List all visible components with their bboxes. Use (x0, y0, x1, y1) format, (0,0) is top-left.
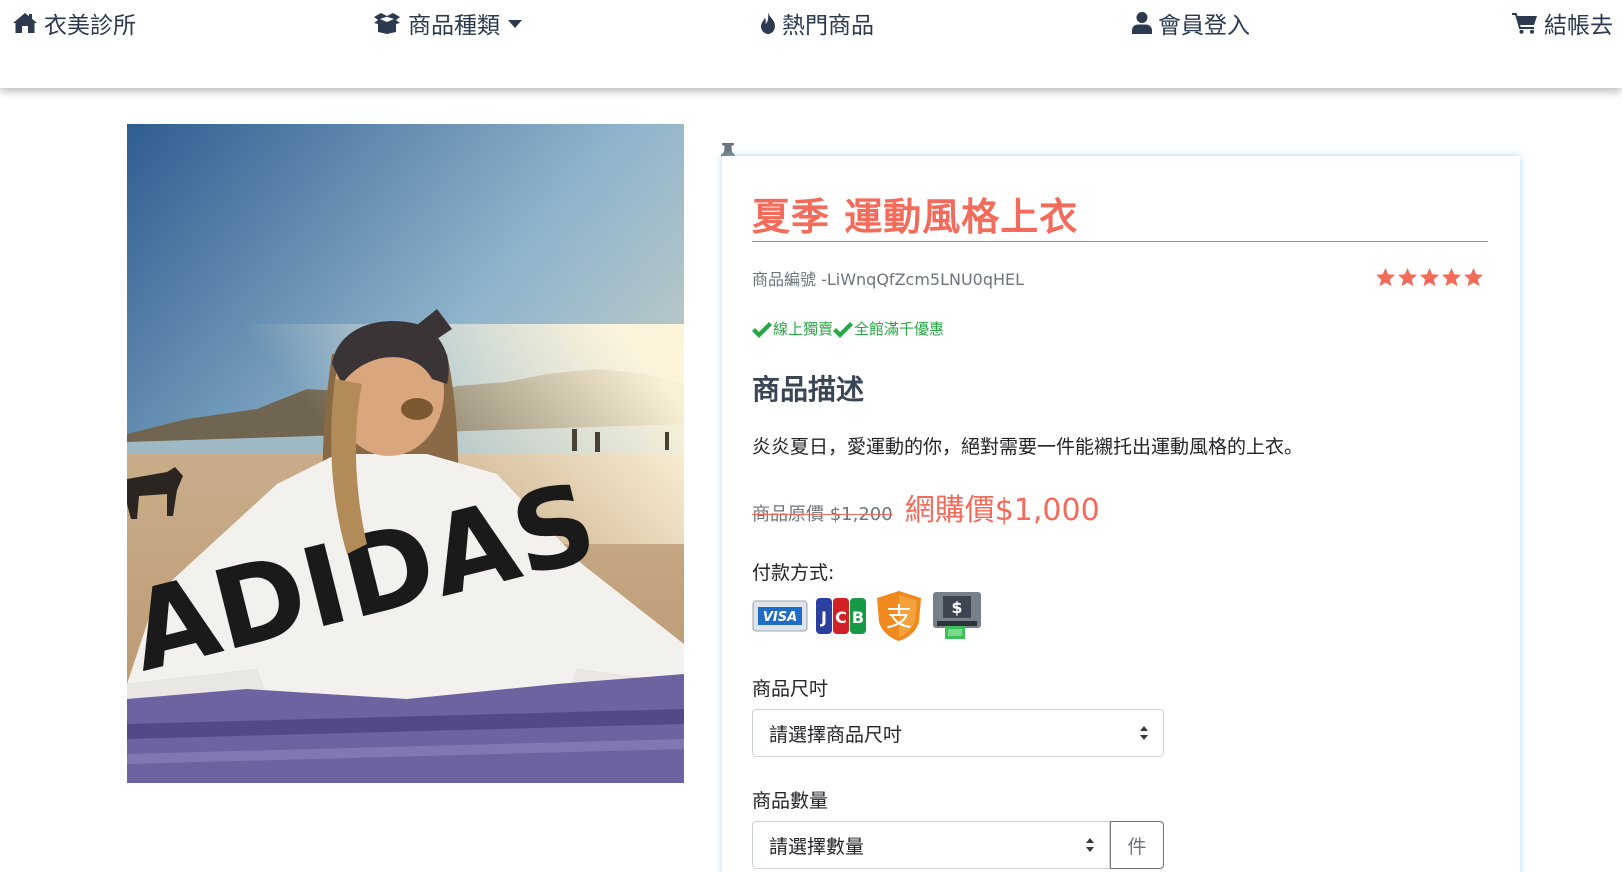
nav-category-label: 商品種類 (408, 13, 500, 39)
alipay-icon: 支 (877, 591, 921, 641)
nav-member-label: 會員登入 (1158, 13, 1250, 39)
feature-label: 全館滿千優惠 (854, 320, 945, 338)
sort-arrows-icon (1086, 838, 1094, 852)
size-label: 商品尺吋 (752, 678, 829, 700)
nav-category-dropdown[interactable]: 商品種類 (372, 8, 522, 39)
product-features: 線上獨賣 全館滿千優惠 (752, 318, 944, 339)
sort-arrows-icon (1140, 726, 1148, 740)
title-divider (752, 241, 1488, 242)
nav-home-link[interactable]: 衣美診所 (12, 8, 136, 39)
svg-text:VISA: VISA (763, 610, 797, 625)
description-text: 炎炎夏日，愛運動的你，絕對需要一件能襯托出運動風格的上衣。 (752, 436, 1304, 458)
feature-label: 線上獨賣 (773, 320, 834, 338)
shopping-cart-icon (1512, 13, 1537, 34)
nav-checkout-link[interactable]: 結帳去 (1512, 8, 1613, 39)
size-select-value: 請選擇商品尺吋 (769, 723, 903, 746)
atm-icon: $ (933, 592, 981, 639)
check-icon (833, 322, 854, 338)
sale-price: 網購價$1,000 (904, 493, 1100, 528)
quantity-unit-addon: 件 (1110, 821, 1164, 869)
feature-item: 線上獨賣 (752, 318, 833, 339)
user-icon (1132, 12, 1152, 34)
payment-label: 付款方式: (752, 562, 835, 584)
product-sku: 商品編號 -LiWnqQfZcm5LNU0qHEL (752, 270, 1025, 289)
star-icon (1441, 268, 1462, 287)
nav-home-label: 衣美診所 (44, 13, 136, 39)
svg-text:$: $ (951, 598, 962, 617)
svg-text:C: C (835, 608, 847, 627)
check-icon (752, 322, 772, 338)
box-open-icon (374, 13, 400, 34)
top-navbar: 衣美診所 商品種類 熱門商品 會員登入 結帳去 (0, 0, 1622, 88)
quantity-select-value: 請選擇數量 (769, 835, 865, 858)
svg-text:B: B (852, 608, 864, 627)
star-icon (1375, 268, 1396, 287)
home-icon (13, 13, 37, 33)
chevron-down-icon (508, 20, 522, 28)
original-price: 商品原價 $1,200 (752, 504, 893, 525)
svg-text:J: J (820, 608, 827, 627)
jcb-card-icon: J C B (816, 598, 866, 634)
visa-card-icon: VISA (752, 600, 808, 632)
quantity-select[interactable]: 請選擇數量 (752, 821, 1110, 869)
rating-stars (1375, 268, 1484, 288)
quantity-label: 商品數量 (752, 790, 829, 812)
size-select[interactable]: 請選擇商品尺吋 (752, 709, 1164, 757)
product-photo: ADIDAS (127, 124, 684, 783)
feature-item: 全館滿千優惠 (833, 318, 944, 339)
price-row: 商品原價 $1,200 網購價$1,000 (752, 485, 1100, 529)
svg-text:支: 支 (886, 603, 912, 633)
product-title: 夏季 運動風格上衣 (752, 194, 1079, 239)
fire-icon (761, 12, 775, 34)
star-icon (1463, 268, 1484, 287)
nav-member-link[interactable]: 會員登入 (1132, 8, 1250, 39)
star-icon (1397, 268, 1418, 287)
nav-hot-link[interactable]: 熱門商品 (760, 8, 874, 39)
product-details-card: 夏季 運動風格上衣 商品編號 -LiWnqQfZcm5LNU0qHEL 線上獨賣… (722, 156, 1520, 872)
payment-methods: VISA J C B 支 $ (752, 590, 983, 642)
description-heading: 商品描述 (752, 373, 865, 406)
nav-hot-label: 熱門商品 (782, 13, 874, 39)
nav-checkout-label: 結帳去 (1544, 13, 1613, 39)
star-icon (1419, 268, 1440, 287)
